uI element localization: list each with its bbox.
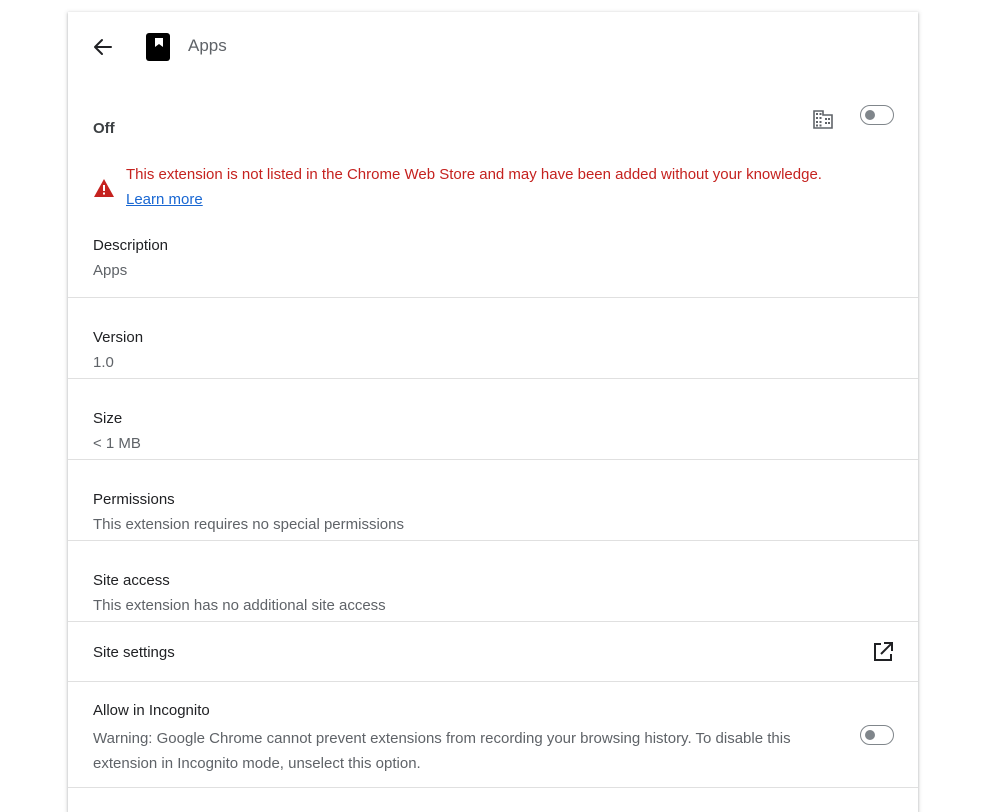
page-title: Apps — [188, 36, 227, 55]
permissions-value: This extension requires no special permi… — [93, 516, 404, 533]
extension-enable-toggle[interactable] — [860, 105, 894, 125]
incognito-section: Allow in Incognito Warning: Google Chrom… — [68, 682, 918, 788]
incognito-label: Allow in Incognito — [93, 702, 210, 719]
site-settings-row[interactable]: Site settings — [68, 622, 918, 682]
version-label: Version — [93, 329, 144, 346]
extension-details-card: Apps Off This extension is not listed in… — [68, 12, 918, 812]
description-label: Description — [93, 237, 169, 254]
size-label: Size — [93, 410, 123, 427]
site-access-label: Site access — [93, 572, 170, 589]
open-in-new-icon[interactable] — [872, 641, 894, 663]
toggle-knob — [865, 110, 875, 120]
back-button[interactable] — [90, 34, 116, 60]
extension-enable-row: Off — [68, 84, 918, 150]
details-header: Apps — [68, 12, 918, 84]
site-access-section: Site access This extension has no additi… — [68, 541, 918, 622]
toggle-knob — [865, 730, 875, 740]
warning-triangle-icon — [94, 179, 114, 197]
enable-state-label: Off — [93, 120, 115, 137]
learn-more-link[interactable]: Learn more — [126, 191, 203, 208]
permissions-label: Permissions — [93, 491, 175, 508]
incognito-toggle[interactable] — [860, 725, 894, 745]
not-in-store-warning: This extension is not listed in the Chro… — [68, 162, 918, 218]
building-icon — [813, 110, 833, 129]
size-section: Size < 1 MB — [68, 379, 918, 460]
site-settings-label: Site settings — [93, 644, 175, 661]
arrow-back-icon — [94, 39, 112, 55]
incognito-warning: Warning: Google Chrome cannot prevent ex… — [93, 730, 791, 772]
site-access-value: This extension has no additional site ac… — [93, 597, 386, 614]
description-value: Apps — [93, 262, 128, 279]
size-value: < 1 MB — [93, 435, 141, 452]
permissions-section: Permissions This extension requires no s… — [68, 460, 918, 541]
version-value: 1.0 — [93, 354, 114, 371]
warning-message: This extension is not listed in the Chro… — [126, 166, 822, 183]
apps-extension-icon — [146, 33, 170, 61]
description-section: Description Apps — [68, 230, 918, 298]
version-section: Version 1.0 — [68, 298, 918, 379]
